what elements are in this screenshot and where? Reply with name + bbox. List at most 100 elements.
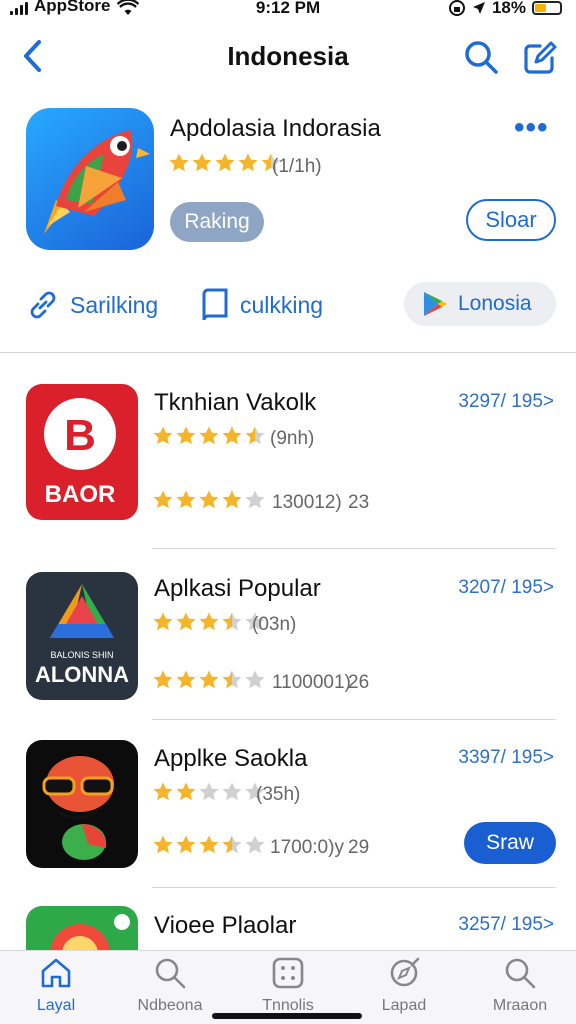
link-chip-lonosia[interactable]: Lonosia	[404, 282, 556, 326]
tab-mraaon[interactable]: Mraaon	[470, 955, 570, 1021]
star-icon	[153, 426, 173, 445]
star-icon	[153, 490, 173, 509]
app-name[interactable]: Tknhian Vakolk	[154, 389, 316, 417]
search-icon[interactable]	[462, 38, 500, 76]
star-icon	[199, 490, 219, 509]
star-icon	[245, 490, 265, 509]
link-icon	[30, 291, 56, 319]
star-icon	[199, 835, 219, 854]
tab-label: Layal	[36, 997, 76, 1014]
status-right: 18%	[448, 0, 562, 18]
star-icon	[176, 426, 196, 445]
tab-label: Ndbeona	[137, 997, 203, 1014]
character-logo-icon	[42, 756, 114, 860]
tab-lapad[interactable]: Lapad	[354, 955, 454, 1021]
app-name[interactable]: Aplkasi Popular	[154, 575, 321, 603]
app-name[interactable]: Applke Saokla	[154, 745, 307, 773]
app-icon-baor[interactable]: B BAOR	[26, 384, 138, 520]
star-icon	[199, 782, 219, 801]
link-sarilking[interactable]: Sarilking	[24, 285, 158, 325]
app-meta-link[interactable]: 3257/ 195>	[458, 914, 554, 936]
book-icon	[202, 288, 228, 321]
app-icon-alonna[interactable]: BALONIS SHIN ALONNA	[26, 572, 138, 700]
star-icon	[222, 670, 242, 689]
star-icon	[245, 670, 265, 689]
search-icon	[505, 958, 536, 989]
app-review-extra: 29	[348, 837, 370, 858]
app-review-count: 1700:0)y	[270, 837, 344, 858]
star-icon	[176, 835, 196, 854]
featured-rating-stars	[168, 152, 282, 174]
star-icon	[169, 153, 189, 172]
ranking-tag-button[interactable]: Raking	[170, 202, 264, 242]
star-icon	[176, 670, 196, 689]
row-divider	[152, 887, 556, 888]
star-icon	[222, 426, 242, 445]
link-culkking[interactable]: culkking	[198, 285, 323, 325]
star-icon	[222, 490, 242, 509]
chip-label: Lonosia	[458, 292, 532, 315]
star-icon	[153, 835, 173, 854]
star-icon	[176, 490, 196, 509]
tab-layal[interactable]: Layal	[6, 955, 106, 1021]
star-icon	[199, 612, 219, 631]
star-icon	[215, 153, 235, 172]
lock-rotation-icon	[448, 0, 465, 16]
tab-tnnolis[interactable]: Tnnolis	[238, 955, 338, 1021]
star-icon	[176, 782, 196, 801]
rocket-bird-icon	[44, 130, 150, 234]
search-icon	[155, 958, 186, 989]
app-logo-text: ALONNA	[35, 662, 129, 687]
app-review-count: 1100001)	[272, 672, 351, 693]
app-review-extra: 26	[348, 672, 370, 693]
star-icon	[238, 153, 258, 172]
star-icon	[222, 835, 242, 854]
app-meta-link[interactable]: 3397/ 195>	[458, 747, 554, 769]
featured-app-name[interactable]: Apdolasia Indorasia	[170, 115, 381, 143]
star-icon	[199, 670, 219, 689]
app-logo-caption: BALONIS SHIN	[50, 650, 113, 660]
app-meta-link[interactable]: 3297/ 195>	[458, 391, 554, 413]
app-review-extra: 23	[348, 492, 370, 513]
featured-app-icon[interactable]	[26, 108, 154, 250]
featured-action-button[interactable]: Sloar	[466, 199, 556, 241]
app-logo-text: BAOR	[45, 481, 116, 508]
get-app-button[interactable]: Sraw	[464, 822, 556, 864]
tab-label: Mraaon	[492, 997, 548, 1014]
app-icon-character[interactable]	[26, 740, 138, 868]
chevron-left-icon[interactable]	[18, 36, 48, 76]
star-icon	[245, 426, 265, 445]
app-meta-link[interactable]: 3207/ 195>	[458, 577, 554, 599]
tab-label: Lapad	[381, 997, 427, 1014]
star-icon	[153, 612, 173, 631]
tab-ndbeona[interactable]: Ndbeona	[120, 955, 220, 1021]
more-options-icon[interactable]: •••	[514, 113, 554, 146]
link-label: Sarilking	[70, 291, 159, 318]
featured-rating-count: (1/1h)	[272, 156, 322, 177]
compose-icon[interactable]	[520, 38, 558, 76]
play-store-icon	[424, 292, 447, 316]
home-icon	[41, 958, 71, 988]
app-rating-stars	[152, 425, 266, 447]
app-review-count: 130012)	[272, 492, 342, 513]
star-icon	[192, 153, 212, 172]
status-bar: AppStore 9:12 PM 18%	[0, 0, 576, 20]
triangle-logo-icon: BALONIS SHIN ALONNA	[35, 584, 129, 687]
star-icon	[222, 612, 242, 631]
app-name[interactable]: Vioee Plaolar	[154, 912, 296, 940]
location-icon	[472, 2, 485, 14]
section-divider	[0, 352, 576, 353]
battery-icon	[532, 1, 562, 15]
app-logo-letter: B	[64, 411, 96, 460]
star-icon	[245, 835, 265, 854]
app-rating-count: (9nh)	[270, 428, 315, 449]
app-rating-stars-secondary	[152, 669, 266, 691]
app-rating-count: (35h)	[256, 784, 301, 805]
home-indicator	[212, 1013, 362, 1019]
app-rating-stars	[152, 611, 266, 633]
row-divider	[152, 719, 556, 720]
star-icon	[199, 426, 219, 445]
star-icon	[222, 782, 242, 801]
link-label: culkking	[240, 291, 324, 318]
app-rating-stars	[152, 781, 266, 803]
